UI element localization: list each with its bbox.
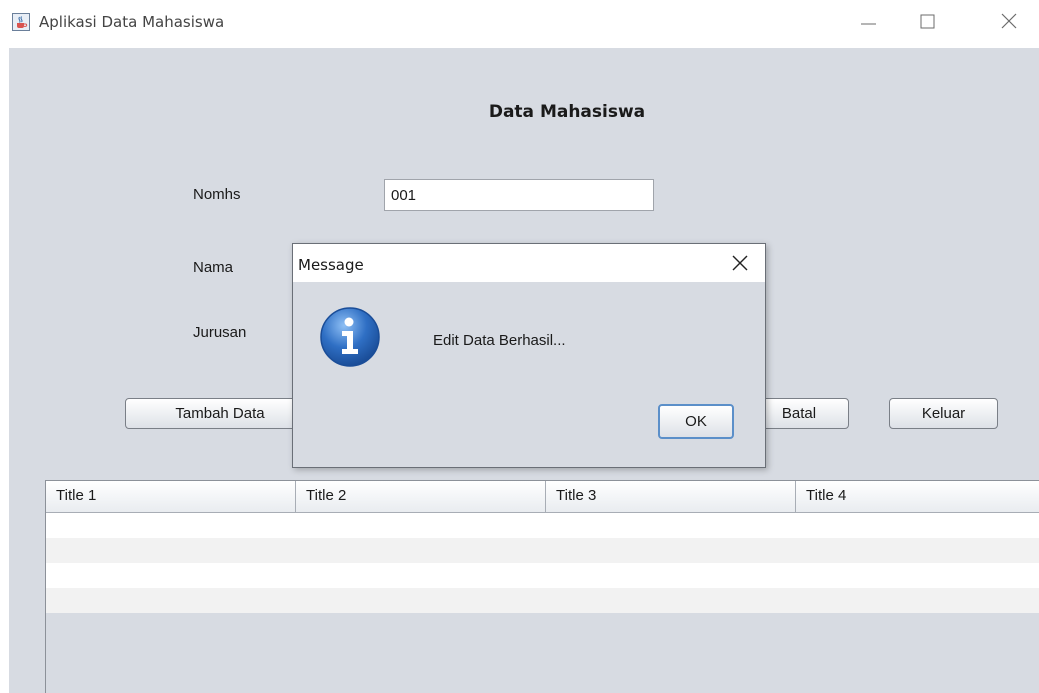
close-window-button[interactable] xyxy=(993,8,1033,36)
maximize-button[interactable] xyxy=(907,8,947,36)
dialog-title: Message xyxy=(298,256,364,274)
form-heading-text: Data Mahasiswa xyxy=(488,102,646,122)
label-nomhs: Nomhs xyxy=(193,186,241,203)
form-heading: Data Mahasiswa xyxy=(9,102,1039,122)
table-row[interactable] xyxy=(46,588,1039,613)
table-row[interactable] xyxy=(46,563,1039,588)
column-header-4[interactable]: Title 4 xyxy=(796,481,1039,513)
label-nama: Nama xyxy=(193,259,234,276)
column-header-3[interactable]: Title 3 xyxy=(546,481,796,513)
information-icon xyxy=(318,305,382,369)
keluar-button[interactable]: Keluar xyxy=(889,398,998,429)
window-title: Aplikasi Data Mahasiswa xyxy=(39,13,225,31)
column-header-1[interactable]: Title 1 xyxy=(46,481,296,513)
table-header: Title 1 Title 2 Title 3 Title 4 xyxy=(46,481,1039,513)
ok-button[interactable]: OK xyxy=(658,404,734,439)
window-titlebar: Aplikasi Data Mahasiswa xyxy=(0,0,1039,48)
dialog-titlebar: Message xyxy=(293,244,765,282)
close-icon[interactable] xyxy=(725,250,755,276)
column-header-2[interactable]: Title 2 xyxy=(296,481,546,513)
tambah-data-button[interactable]: Tambah Data xyxy=(125,398,315,429)
label-jurusan: Jurusan xyxy=(193,324,247,341)
nomhs-input[interactable] xyxy=(384,179,654,211)
message-dialog: Message Edit Data Berhasil... OK xyxy=(292,243,766,468)
table-row[interactable] xyxy=(46,513,1039,538)
dialog-message: Edit Data Berhasil... xyxy=(433,332,566,349)
data-table[interactable]: Title 1 Title 2 Title 3 Title 4 xyxy=(45,480,1039,693)
table-row[interactable] xyxy=(46,538,1039,563)
minimize-button[interactable] xyxy=(848,8,888,36)
java-cup-icon xyxy=(12,13,30,31)
